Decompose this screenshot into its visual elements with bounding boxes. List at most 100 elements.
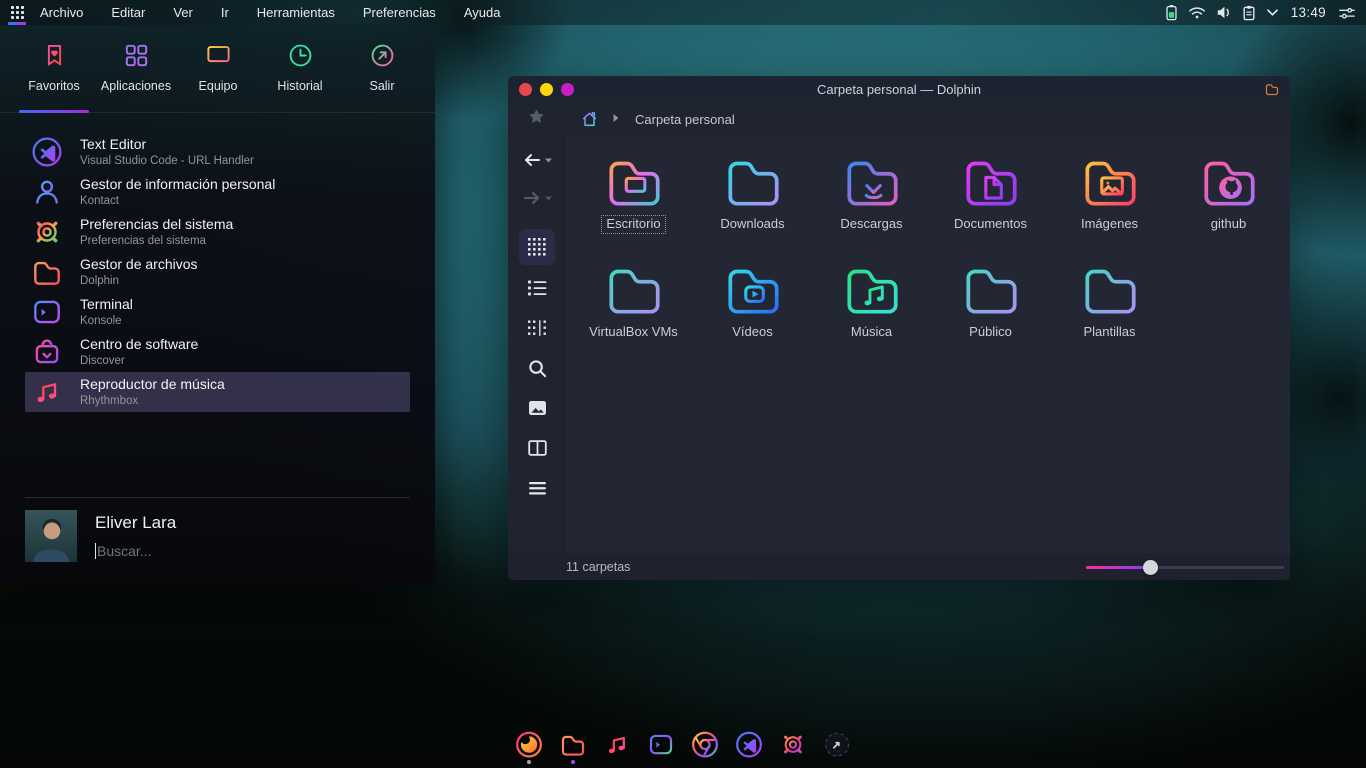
sliders-icon[interactable] (1338, 5, 1356, 21)
titlebar-folder-icon[interactable] (1264, 81, 1290, 97)
favorite-rhythmbox[interactable]: Reproductor de músicaRhythmbox (25, 372, 410, 412)
terminal-icon (646, 730, 676, 759)
folder-item-plantillas[interactable]: Plantillas (1050, 256, 1169, 364)
favorite-kontact[interactable]: Gestor de información personalKontact (25, 172, 410, 212)
folder-label: Imágenes (1077, 216, 1142, 233)
favorite-star-icon[interactable] (528, 108, 545, 130)
forward-button[interactable] (522, 190, 553, 206)
folder-item-documentos[interactable]: Documentos (931, 148, 1050, 256)
chevron-down-icon[interactable] (1266, 8, 1279, 17)
avatar[interactable] (25, 510, 77, 562)
dolphin-window: Carpeta personal — Dolphin Carpeta perso… (508, 76, 1290, 580)
search-input[interactable] (97, 543, 317, 559)
menu-preferencias[interactable]: Preferencias (363, 5, 436, 20)
favorite-subtitle: Konsole (80, 314, 133, 328)
maximize-button[interactable] (561, 83, 574, 96)
dock-chrome[interactable] (690, 730, 720, 764)
bag-download-icon (30, 335, 64, 369)
close-button[interactable] (519, 83, 532, 96)
tab-label: Salir (369, 79, 394, 93)
menu-ver[interactable]: Ver (173, 5, 193, 20)
folder-item-publico[interactable]: Público (931, 256, 1050, 364)
launcher-tabs: Favoritos Aplicaciones Equipo Historial … (0, 25, 435, 113)
list-view-button[interactable] (519, 270, 555, 306)
hamburger-menu-icon (528, 481, 547, 496)
menu-archivo[interactable]: Archivo (40, 5, 83, 20)
favorite-title: Terminal (80, 296, 133, 314)
clock[interactable]: 13:49 (1291, 5, 1326, 20)
folder-label: VirtualBox VMs (585, 324, 682, 341)
breadcrumb[interactable]: Carpeta personal (635, 112, 735, 127)
folder-label: Plantillas (1079, 324, 1139, 341)
search-field[interactable] (95, 541, 317, 561)
folder-label: Música (847, 324, 896, 341)
battery-icon[interactable] (1165, 4, 1178, 21)
menu-button[interactable] (519, 470, 555, 506)
folder-item-github[interactable]: github (1169, 148, 1288, 256)
vscode-icon (30, 135, 64, 169)
favorite-title: Preferencias del sistema (80, 216, 233, 234)
tab-favoritos[interactable]: Favoritos (13, 25, 95, 112)
folder-item-imagenes[interactable]: Imágenes (1050, 148, 1169, 256)
top-menubar: Archivo Editar Ver Ir Herramientas Prefe… (0, 0, 1366, 25)
app-grid-icon (123, 42, 150, 69)
arrow-right-icon (522, 190, 542, 206)
tab-salir[interactable]: Salir (341, 25, 423, 112)
dock-dolphin[interactable] (558, 730, 588, 764)
favorite-subtitle: Rhythmbox (80, 394, 225, 408)
dock-vscode[interactable] (734, 730, 764, 764)
chrome-icon (690, 730, 720, 759)
zoom-slider[interactable] (1086, 559, 1284, 575)
home-icon[interactable] (580, 110, 599, 128)
folder-item-videos[interactable]: Vídeos (693, 256, 812, 364)
dock-firefox[interactable] (514, 730, 544, 764)
running-indicator (571, 760, 575, 764)
menu-editar[interactable]: Editar (111, 5, 145, 20)
window-titlebar[interactable]: Carpeta personal — Dolphin (508, 76, 1290, 102)
gear-icon (778, 730, 808, 759)
favorite-text-editor[interactable]: Text EditorVisual Studio Code - URL Hand… (25, 132, 410, 172)
folder-item-descargas[interactable]: Descargas (812, 148, 931, 256)
dock-pin-launcher[interactable] (822, 730, 852, 764)
preview-button[interactable] (519, 390, 555, 426)
dock-rhythmbox[interactable] (602, 730, 632, 764)
favorite-konsole[interactable]: TerminalKonsole (25, 292, 410, 332)
folder-item-downloads[interactable]: Downloads (693, 148, 812, 256)
tab-historial[interactable]: Historial (259, 25, 341, 112)
minimize-button[interactable] (540, 83, 553, 96)
view-sidebar (508, 136, 566, 553)
compact-view-button[interactable] (519, 310, 555, 346)
icons-view-button[interactable] (519, 229, 555, 265)
favorite-discover[interactable]: Centro de softwareDiscover (25, 332, 410, 372)
menu-ir[interactable]: Ir (221, 5, 229, 20)
running-indicator (791, 760, 795, 764)
menu-herramientas[interactable]: Herramientas (257, 5, 335, 20)
favorites-list: Text EditorVisual Studio Code - URL Hand… (0, 132, 435, 412)
dock-konsole[interactable] (646, 730, 676, 764)
folder-label: Descargas (836, 216, 906, 233)
search-button[interactable] (519, 350, 555, 386)
person-icon (30, 175, 64, 209)
favorite-preferencias[interactable]: Preferencias del sistemaPreferencias del… (25, 212, 410, 252)
back-button[interactable] (522, 152, 553, 168)
tab-aplicaciones[interactable]: Aplicaciones (95, 25, 177, 112)
app-launcher-button[interactable] (0, 0, 34, 25)
folder-icon (558, 730, 588, 759)
tab-equipo[interactable]: Equipo (177, 25, 259, 112)
volume-icon[interactable] (1216, 5, 1232, 20)
logout-icon (369, 42, 396, 69)
folder-item-virtualbox-vms[interactable]: VirtualBox VMs (574, 256, 693, 364)
split-view-button[interactable] (519, 430, 555, 466)
dock-settings[interactable] (778, 730, 808, 764)
favorite-dolphin[interactable]: Gestor de archivosDolphin (25, 252, 410, 292)
folder-item-escritorio[interactable]: Escritorio (574, 148, 693, 256)
folder-item-musica[interactable]: Música (812, 256, 931, 364)
window-title: Carpeta personal — Dolphin (508, 82, 1290, 97)
wifi-icon[interactable] (1188, 5, 1206, 20)
slider-handle[interactable] (1143, 560, 1158, 575)
gear-icon (30, 215, 64, 249)
clipboard-icon[interactable] (1242, 5, 1256, 21)
grid-view-icon (527, 237, 547, 257)
menu-ayuda[interactable]: Ayuda (464, 5, 501, 20)
favorite-subtitle: Dolphin (80, 274, 198, 288)
